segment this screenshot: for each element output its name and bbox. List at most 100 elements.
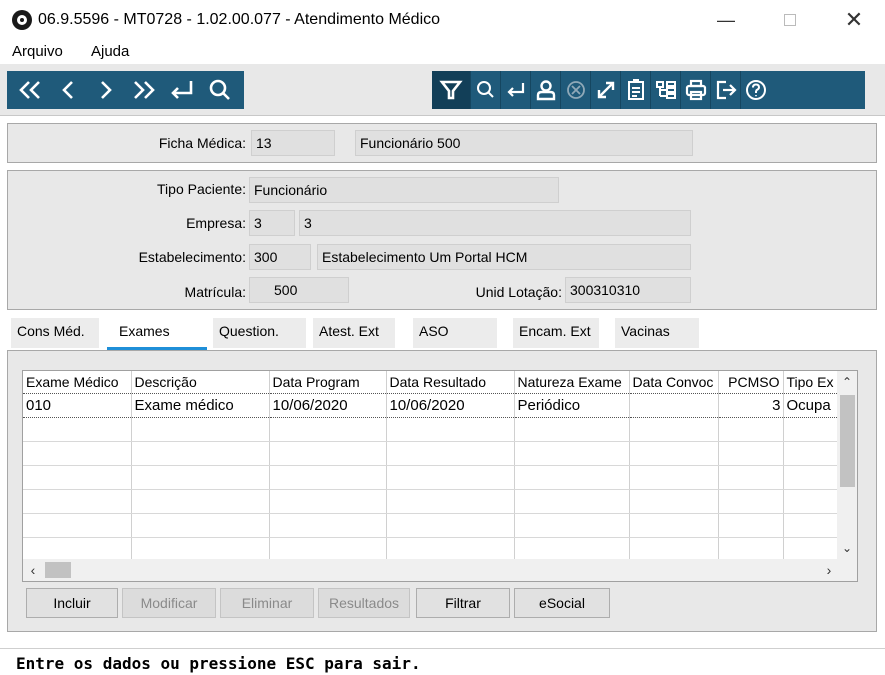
modificar-button[interactable]: Modificar [122,588,216,618]
exames-grid[interactable]: Exame Médico Descrição Data Program Data… [22,370,858,582]
app-logo-icon [12,10,32,30]
clipboard-button[interactable] [620,71,650,109]
goto-record-button[interactable] [163,71,201,109]
column-header[interactable]: Descrição [131,371,270,393]
column-header[interactable]: Data Convoc [629,371,719,393]
tab-aso[interactable]: ASO [413,318,497,348]
table-row-empty[interactable] [23,537,844,562]
tab-label: Atest. Ext [319,323,379,339]
table-row-empty[interactable] [23,465,844,490]
return-icon [506,83,524,97]
empresa-code-field[interactable]: 3 [249,210,295,236]
window-title: 06.9.5596 - MT0728 - 1.02.00.077 - Atend… [38,11,441,28]
tab-label: Encam. Ext [519,323,591,339]
print-button[interactable] [680,71,710,109]
scrollbar-corner [837,559,857,581]
table-row-empty[interactable] [23,489,844,514]
column-header[interactable]: Data Resultado [386,371,515,393]
zoom-button[interactable] [470,71,500,109]
previous-record-button[interactable] [49,71,87,109]
navigation-toolbar [7,71,244,109]
table-cell: Exame médico [131,392,270,418]
table-cell: 10/06/2020 [386,392,515,418]
matricula-field[interactable]: 500 [249,277,349,303]
table-cell: Periódico [514,392,630,418]
filtrar-button[interactable]: Filtrar [416,588,510,618]
horizontal-scroll-thumb[interactable] [45,562,71,578]
empresa-description: 3 [299,210,691,236]
tree-button[interactable] [650,71,680,109]
tab-vacinas[interactable]: Vacinas [615,318,699,348]
menu-arquivo[interactable]: Arquivo [12,43,63,60]
scroll-right-icon[interactable]: › [819,559,839,581]
search-button[interactable] [201,71,239,109]
table-row-empty[interactable] [23,417,844,442]
vertical-scroll-thumb[interactable] [840,395,855,487]
column-header[interactable]: Natureza Exame [514,371,630,393]
column-header[interactable]: PCMSO [718,371,784,393]
tree-icon [655,81,676,99]
tab-cons-med[interactable]: Cons Méd. [11,318,99,348]
column-header[interactable]: Tipo Ex [783,371,844,393]
eliminar-button[interactable]: Eliminar [220,588,314,618]
first-icon [19,81,40,99]
matricula-label: Matrícula: [184,284,246,300]
last-record-button[interactable] [125,71,163,109]
esocial-button[interactable]: eSocial [514,588,610,618]
toolbar [0,64,885,116]
vertical-scrollbar[interactable]: ⌃ ⌄ [837,371,857,559]
table-row-empty[interactable] [23,513,844,538]
clipboard-icon [627,79,644,100]
table-cell: 10/06/2020 [269,392,387,418]
table-cell [629,392,719,418]
return-button[interactable] [500,71,530,109]
exit-button[interactable] [710,71,740,109]
unid-lotacao-field[interactable]: 300310310 [565,277,691,303]
tipo-paciente-label: Tipo Paciente: [157,181,246,197]
zoom-icon [476,81,494,98]
filter-button[interactable] [432,71,470,109]
estabelecimento-code-field[interactable]: 300 [249,244,311,270]
scroll-up-icon[interactable]: ⌃ [837,371,857,393]
incluir-button[interactable]: Incluir [26,588,118,618]
column-header[interactable]: Data Program [269,371,387,393]
status-bar: Entre os dados ou pressione ESC para sai… [0,648,885,675]
tipo-paciente-field[interactable]: Funcionário [249,177,559,203]
tab-encam-ext[interactable]: Encam. Ext [513,318,599,348]
tab-exames[interactable]: Exames [107,318,207,350]
search-icon [209,79,230,100]
next-icon [101,81,112,99]
goto-icon [171,81,193,99]
menu-ajuda[interactable]: Ajuda [91,43,129,60]
title-bar: 06.9.5596 - MT0728 - 1.02.00.077 - Atend… [0,0,885,40]
cancel-button-toolbar[interactable] [560,71,590,109]
tab-atest-ext[interactable]: Atest. Ext [313,318,395,348]
action-toolbar [432,71,865,109]
status-message: Entre os dados ou pressione ESC para sai… [16,654,421,673]
maximize-button[interactable] [770,6,810,34]
table-row-empty[interactable] [23,441,844,466]
scroll-left-icon[interactable]: ‹ [23,559,43,581]
print-icon [685,79,706,101]
minimize-button[interactable]: — [706,6,746,34]
tab-label: Vacinas [621,323,670,339]
expand-button[interactable] [590,71,620,109]
ficha-medica-field[interactable]: 13 [251,130,335,156]
menu-bar: Arquivo Ajuda [0,40,885,64]
close-button[interactable]: ✕ [834,6,874,34]
table-header-row: Exame Médico Descrição Data Program Data… [23,371,844,393]
expand-icon [597,81,614,99]
resultados-button[interactable]: Resultados [318,588,410,618]
first-record-button[interactable] [11,71,49,109]
next-record-button[interactable] [87,71,125,109]
tab-label: Exames [119,323,170,339]
tab-question[interactable]: Question. [213,318,306,348]
column-header[interactable]: Exame Médico [23,371,132,393]
horizontal-scrollbar[interactable]: ‹ › [23,559,839,581]
help-button[interactable] [740,71,770,109]
scroll-down-icon[interactable]: ⌄ [837,537,857,559]
user-button[interactable] [530,71,560,109]
maximize-icon [784,14,796,26]
estabelecimento-label: Estabelecimento: [138,249,246,265]
table-row[interactable]: 010 Exame médico 10/06/2020 10/06/2020 P… [23,392,844,418]
